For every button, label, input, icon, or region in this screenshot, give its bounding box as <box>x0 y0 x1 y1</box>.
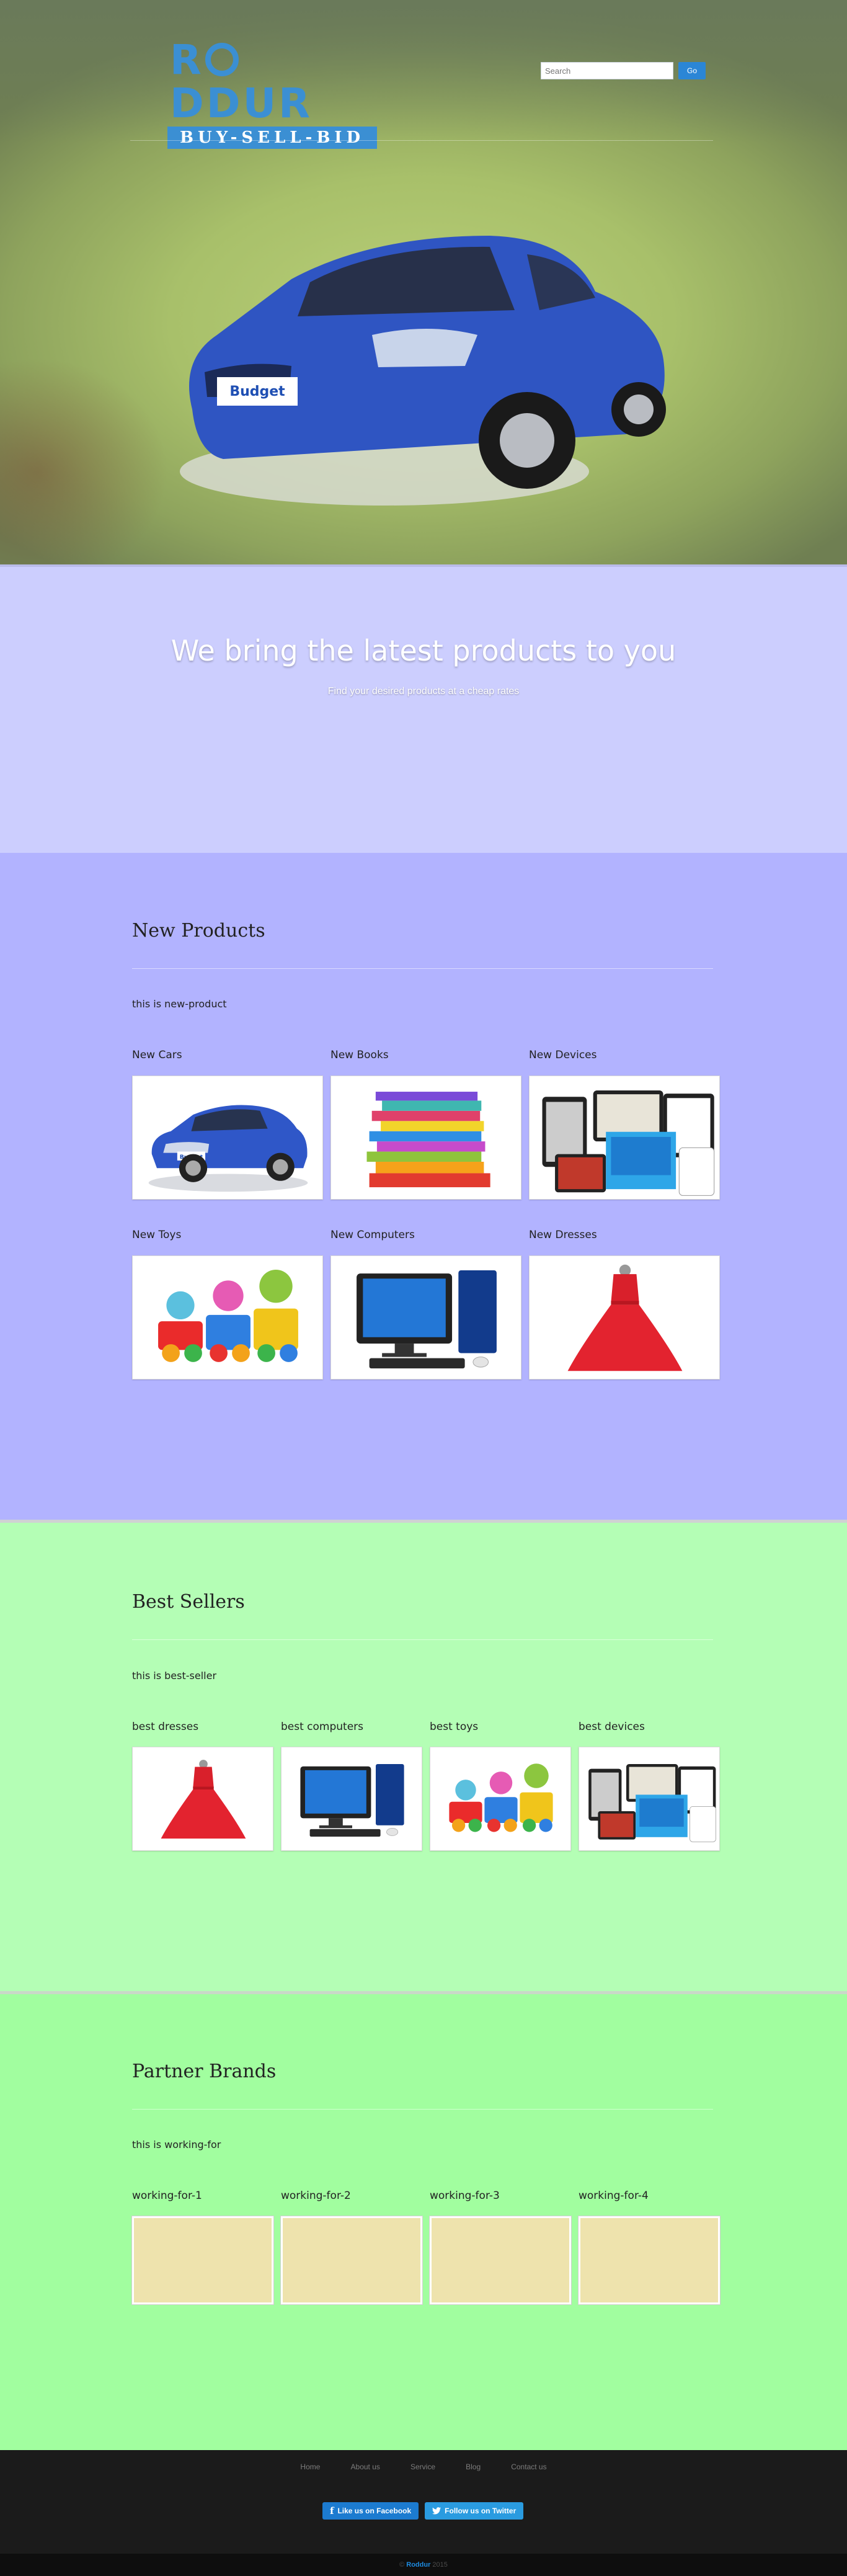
product-card-new-computers[interactable]: New Computers <box>330 1229 415 1241</box>
product-image-computers[interactable] <box>330 1255 521 1379</box>
product-card-new-devices[interactable]: New Devices <box>529 1049 596 1061</box>
product-card-new-toys[interactable]: New Toys <box>132 1229 181 1241</box>
best-seller-dresses[interactable]: best dresses <box>132 1721 198 1733</box>
product-label: New Dresses <box>529 1229 597 1241</box>
partner-logo-placeholder[interactable] <box>430 2216 571 2304</box>
logo-o-icon <box>205 43 239 76</box>
search-input[interactable] <box>541 62 673 79</box>
partner-logo-placeholder[interactable] <box>281 2216 422 2304</box>
best-seller-toys[interactable]: best toys <box>430 1721 478 1733</box>
best-seller-image-toys[interactable] <box>430 1747 571 1851</box>
new-products-header: New Products <box>132 920 715 942</box>
tagline-banner: We bring the latest products to you Find… <box>0 564 847 853</box>
product-image-cars[interactable] <box>132 1076 323 1200</box>
section-title: Best Sellers <box>132 1591 245 1613</box>
partners-subtitle-wrap: this is working-for <box>132 2139 715 2150</box>
brand-logo[interactable]: RDDUR BUY-SELL-BID <box>167 38 378 149</box>
best-seller-devices[interactable]: best devices <box>579 1721 645 1733</box>
section-title: New Products <box>132 920 265 942</box>
section-title: Partner Brands <box>132 2061 277 2082</box>
product-image-devices[interactable] <box>529 1076 720 1200</box>
footer-nav: Home About us Service Blog Contact us <box>0 2460 847 2472</box>
partner-card-4[interactable]: working-for-4 <box>579 2190 649 2202</box>
product-label: New Devices <box>529 1049 597 1061</box>
partner-card-2[interactable]: working-for-2 <box>281 2190 351 2202</box>
copyright-bar: © Roddur 2015 <box>0 2554 847 2576</box>
hero-shade <box>0 0 847 143</box>
best-seller-image-devices[interactable] <box>579 1747 720 1851</box>
product-card-new-cars[interactable]: New Cars <box>132 1049 182 1061</box>
partner-label: working-for-4 <box>579 2190 649 2202</box>
partner-label: working-for-1 <box>132 2190 202 2202</box>
subheadline: Find your desired products at a cheap ra… <box>327 686 520 697</box>
section-divider <box>132 968 713 969</box>
product-label: New Cars <box>132 1049 182 1061</box>
product-image-toys[interactable] <box>132 1255 323 1379</box>
svg-text:Budget: Budget <box>229 384 285 399</box>
search-button[interactable]: Go <box>678 62 706 79</box>
product-label: New Computers <box>330 1229 415 1241</box>
section-divider <box>132 2109 713 2110</box>
twitter-label: Follow us on Twitter <box>445 2507 517 2515</box>
headline: We bring the latest products to you <box>171 634 676 667</box>
product-image-dresses[interactable] <box>529 1255 720 1379</box>
product-card-new-books[interactable]: New Books <box>330 1049 389 1061</box>
product-label: best toys <box>430 1721 479 1733</box>
product-image-books[interactable] <box>330 1076 521 1200</box>
copyright-brand[interactable]: Roddur <box>406 2561 430 2569</box>
product-label: New Books <box>330 1049 389 1061</box>
hero-header: RDDUR BUY-SELL-BID Go Budget <box>0 0 847 564</box>
product-label: best computers <box>281 1721 364 1733</box>
best-sellers-header: Best Sellers <box>132 1591 715 1613</box>
best-seller-image-dresses[interactable] <box>132 1747 273 1851</box>
hero-car-image: Budget <box>180 236 666 506</box>
partners-header: Partner Brands <box>132 2061 715 2082</box>
partner-brands-section: Partner Brands this is working-for worki… <box>0 1991 847 2450</box>
partner-label: working-for-2 <box>281 2190 351 2202</box>
partner-card-3[interactable]: working-for-3 <box>430 2190 500 2202</box>
search-form: Go <box>541 62 706 79</box>
product-label: best devices <box>579 1721 645 1733</box>
best-seller-computers[interactable]: best computers <box>281 1721 363 1733</box>
new-products-section: New Products this is new-product New Car… <box>0 853 847 1520</box>
facebook-button[interactable]: f Like us on Facebook <box>322 2502 419 2520</box>
logo-wordmark: RDDUR <box>170 36 313 127</box>
footer-link-service[interactable]: Service <box>410 2462 435 2471</box>
footer-link-blog[interactable]: Blog <box>466 2462 481 2471</box>
product-label: New Toys <box>132 1229 182 1241</box>
section-subtitle: this is best-seller <box>132 1670 217 1682</box>
social-buttons: f Like us on Facebook Follow us on Twitt… <box>322 2502 524 2520</box>
site-footer: Home About us Service Blog Contact us f … <box>0 2450 847 2576</box>
best-sellers-subtitle-wrap: this is best-seller <box>132 1670 715 1682</box>
partner-card-1[interactable]: working-for-1 <box>132 2190 202 2202</box>
best-sellers-section: Best Sellers this is best-seller best dr… <box>0 1520 847 1991</box>
partner-logo-placeholder[interactable] <box>579 2216 720 2304</box>
twitter-icon <box>432 2507 441 2515</box>
facebook-label: Like us on Facebook <box>337 2507 412 2515</box>
footer-link-contact[interactable]: Contact us <box>511 2462 546 2471</box>
partner-logo-placeholder[interactable] <box>132 2216 273 2304</box>
section-divider <box>132 1639 713 1640</box>
partner-label: working-for-3 <box>430 2190 500 2202</box>
facebook-icon: f <box>330 2505 334 2516</box>
logo-tagline: BUY-SELL-BID <box>167 127 377 149</box>
new-products-subtitle-wrap: this is new-product <box>132 998 715 1010</box>
copyright-symbol: © <box>399 2561 407 2569</box>
footer-link-home[interactable]: Home <box>300 2462 320 2471</box>
product-label: best dresses <box>132 1721 199 1733</box>
product-card-new-dresses[interactable]: New Dresses <box>529 1229 597 1241</box>
section-subtitle: this is working-for <box>132 2139 221 2150</box>
footer-link-about[interactable]: About us <box>351 2462 380 2471</box>
copyright-year: 2015 <box>430 2561 448 2569</box>
best-seller-image-computers[interactable] <box>281 1747 422 1851</box>
twitter-button[interactable]: Follow us on Twitter <box>425 2502 524 2520</box>
hero-divider <box>130 140 713 141</box>
section-subtitle: this is new-product <box>132 998 227 1010</box>
